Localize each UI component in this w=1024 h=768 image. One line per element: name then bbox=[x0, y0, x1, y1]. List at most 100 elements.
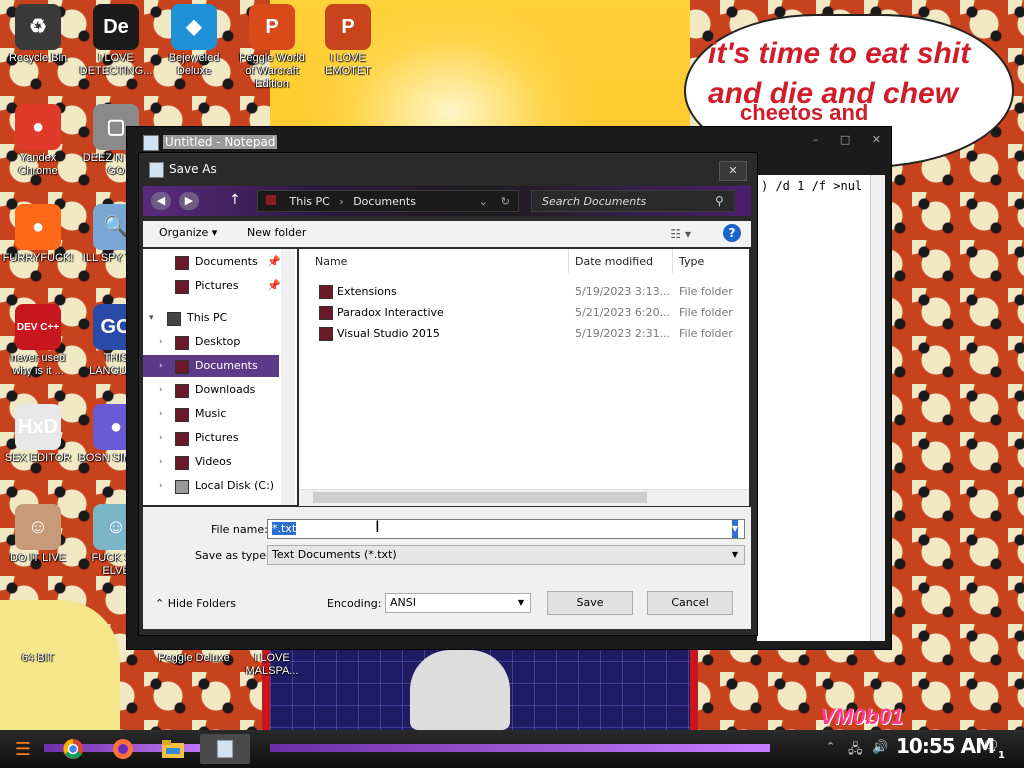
desktop-icon[interactable]: ♻ Recycle Bin bbox=[0, 4, 76, 65]
desktop-icon-label: SEX EDITOR bbox=[4, 452, 72, 464]
nav-item-pictures[interactable]: › Pictures bbox=[143, 427, 279, 449]
hide-folders-toggle[interactable]: ⌃ Hide Folders bbox=[155, 597, 236, 610]
save-button[interactable]: Save bbox=[547, 591, 633, 615]
column-header-name[interactable]: Name bbox=[299, 249, 569, 273]
nav-item-videos[interactable]: › Videos bbox=[143, 451, 279, 473]
expanded-chevron-icon[interactable]: ▾ bbox=[149, 307, 154, 329]
desktop-icon[interactable]: DEV C++ never used why is it ... bbox=[0, 304, 76, 378]
desktop-icon[interactable]: 64 BIT bbox=[0, 604, 76, 665]
chevron-right-icon[interactable]: › bbox=[159, 475, 163, 497]
search-input[interactable]: Search Documents bbox=[531, 190, 735, 212]
desktop-icon[interactable]: ● FURRYFUCK! bbox=[0, 204, 76, 265]
horizontal-scrollbar[interactable] bbox=[299, 489, 749, 506]
firefox-icon[interactable] bbox=[108, 734, 138, 764]
chevron-right-icon[interactable]: › bbox=[159, 355, 163, 377]
scrollbar-thumb[interactable] bbox=[313, 492, 647, 503]
desktop-icon[interactable]: ☺ DO IT LIVE bbox=[0, 504, 76, 565]
notepad-scrollbar[interactable] bbox=[870, 175, 885, 641]
desktop-icon[interactable]: De I LOVE DETECTING... bbox=[78, 4, 154, 78]
nav-item-documents[interactable]: › Documents bbox=[143, 355, 279, 377]
documents-folder-icon bbox=[175, 360, 189, 374]
save-as-type-select[interactable]: Text Documents (*.txt) ▼ bbox=[267, 545, 745, 565]
maximize-button[interactable]: □ bbox=[840, 133, 850, 146]
cancel-button[interactable]: Cancel bbox=[647, 591, 733, 615]
chevron-right-icon[interactable]: › bbox=[159, 331, 163, 353]
refresh-icon[interactable]: ↻ bbox=[501, 191, 510, 213]
address-bar[interactable]: This PC › Documents ⌄ ↻ bbox=[257, 190, 519, 212]
encoding-select[interactable]: ANSI ▼ bbox=[385, 593, 531, 613]
nav-item-music[interactable]: › Music bbox=[143, 403, 279, 425]
chevron-right-icon[interactable]: › bbox=[159, 403, 163, 425]
save-as-type-value: Text Documents (*.txt) bbox=[272, 548, 397, 561]
nav-item-downloads[interactable]: › Downloads bbox=[143, 379, 279, 401]
chevron-down-icon: ▼ bbox=[731, 550, 738, 559]
breadcrumb-documents[interactable]: Documents bbox=[353, 195, 416, 208]
breadcrumb-this-pc[interactable]: This PC bbox=[290, 195, 330, 208]
up-arrow-icon[interactable]: ↑ bbox=[229, 192, 241, 208]
view-options-icon[interactable]: ☷ ▾ bbox=[670, 227, 691, 241]
taskbar-accent bbox=[270, 744, 770, 752]
encoding-value: ANSI bbox=[390, 596, 416, 609]
start-button-icon[interactable]: ☰ bbox=[8, 734, 38, 764]
new-folder-button[interactable]: New folder bbox=[247, 226, 306, 239]
desktop-icon[interactable]: ● Yandex Chrome bbox=[0, 104, 76, 178]
taskbar: ☰ ⌃ 🖧 🔊 10:55 AM 🗨 1 bbox=[0, 730, 1024, 768]
app-icon: ● bbox=[15, 204, 61, 250]
file-name-input[interactable]: *.txt ▼ bbox=[267, 519, 745, 539]
back-arrow-icon[interactable]: ◀ bbox=[151, 192, 171, 210]
clock[interactable]: 10:55 AM bbox=[896, 734, 995, 758]
notepad-taskbar-icon[interactable] bbox=[200, 734, 250, 764]
chevron-right-icon[interactable]: › bbox=[159, 451, 163, 473]
nav-pane-scrollbar[interactable] bbox=[281, 249, 295, 505]
nav-item-desktop[interactable]: › Desktop bbox=[143, 331, 279, 353]
tray-overflow-icon[interactable]: ⌃ bbox=[826, 740, 835, 753]
forward-arrow-icon[interactable]: ▶ bbox=[179, 192, 199, 210]
desktop-icon[interactable]: ◆ Bejeweled Deluxe bbox=[156, 4, 232, 78]
dialog-toolbar: Organize ▾ New folder ☷ ▾ ? bbox=[143, 221, 751, 247]
volume-icon[interactable]: 🔊 bbox=[872, 740, 888, 755]
address-dropdown-icon[interactable]: ⌄ bbox=[479, 191, 488, 213]
desktop-icon-label: Recycle Bin bbox=[8, 52, 68, 64]
desktop-icon[interactable]: P Peggle World of Warcraft Edition bbox=[234, 4, 310, 91]
desktop-icon[interactable]: HxD SEX EDITOR bbox=[0, 404, 76, 465]
file-explorer-icon[interactable] bbox=[158, 734, 188, 764]
save-as-dialog[interactable]: Save As ✕ ◀ ▶ ↑ This PC › Documents ⌄ ↻ … bbox=[138, 152, 758, 636]
app-icon: ● bbox=[15, 104, 61, 150]
organize-button[interactable]: Organize ▾ bbox=[159, 226, 217, 239]
notepad-text-area[interactable]: ) /d 1 /f >nul bbox=[757, 175, 883, 641]
pictures-folder-icon bbox=[175, 432, 189, 446]
help-icon[interactable]: ? bbox=[723, 224, 741, 242]
pictures-folder-icon bbox=[175, 280, 189, 294]
nav-item-this-pc[interactable]: ▾ This PC bbox=[143, 307, 279, 329]
minimize-button[interactable]: – bbox=[813, 133, 819, 146]
network-icon[interactable]: 🖧 bbox=[848, 740, 863, 762]
chevron-right-icon[interactable]: › bbox=[159, 379, 163, 401]
file-type: File folder bbox=[679, 327, 733, 340]
file-row[interactable]: Visual Studio 2015 5/19/2023 2:31... Fil… bbox=[299, 323, 749, 344]
nav-item-local-disk[interactable]: › Local Disk (C:) bbox=[143, 475, 279, 497]
chevron-right-icon[interactable]: › bbox=[159, 427, 163, 449]
nav-label: Local Disk (C:) bbox=[195, 479, 275, 492]
desktop-icon[interactable]: PI LOVE EMOTET bbox=[310, 4, 386, 78]
nav-label: This PC bbox=[187, 311, 228, 324]
nav-item-pictures-pinned[interactable]: Pictures 📌 bbox=[143, 275, 281, 297]
desktop-icon-label: DO IT LIVE bbox=[9, 552, 67, 564]
nav-item-documents-pinned[interactable]: Documents 📌 bbox=[143, 251, 281, 273]
documents-folder-icon bbox=[175, 256, 189, 270]
encoding-label: Encoding: bbox=[327, 597, 382, 610]
file-name-dropdown-icon[interactable]: ▼ bbox=[731, 520, 738, 538]
chrome-icon[interactable] bbox=[58, 734, 88, 764]
column-header-type[interactable]: Type bbox=[673, 249, 749, 273]
speech-bubble-text-2: cheetos and bbox=[740, 100, 869, 125]
file-row[interactable]: Extensions 5/19/2023 3:13... File folder bbox=[299, 281, 749, 302]
nav-label: Downloads bbox=[195, 383, 256, 396]
close-button[interactable]: ✕ bbox=[872, 133, 881, 146]
dialog-close-button[interactable]: ✕ bbox=[719, 161, 747, 181]
hide-folders-label: Hide Folders bbox=[167, 597, 237, 610]
app-icon: ♻ bbox=[15, 4, 61, 50]
file-row[interactable]: Paradox Interactive 5/21/2023 6:20... Fi… bbox=[299, 302, 749, 323]
notepad-icon bbox=[143, 135, 159, 151]
nav-label: Documents bbox=[195, 255, 258, 268]
desktop-icon-label: never used why is it ... bbox=[10, 352, 66, 377]
column-header-date[interactable]: Date modified bbox=[569, 249, 673, 273]
